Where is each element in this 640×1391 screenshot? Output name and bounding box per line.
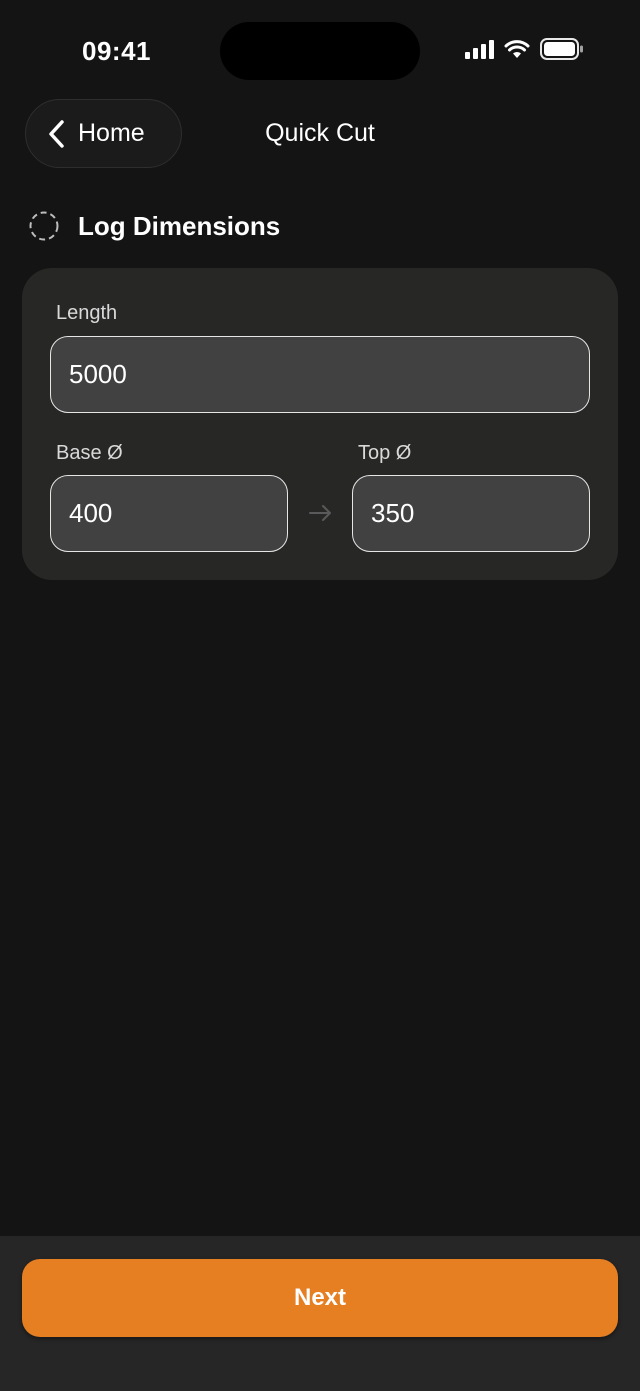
cellular-signal-icon: [465, 39, 494, 59]
status-bar: 09:41: [0, 0, 640, 90]
dashed-circle-icon: [29, 211, 59, 241]
status-icons: [465, 38, 584, 60]
length-label: Length: [56, 302, 118, 324]
log-dimensions-card: Length Base Ø Top Ø: [22, 268, 618, 580]
status-time: 09:41: [82, 36, 151, 66]
dynamic-island: [220, 22, 420, 80]
top-diameter-input[interactable]: [352, 475, 590, 552]
bottom-bar: Next: [0, 1236, 640, 1391]
section-header: Log Dimensions: [28, 210, 280, 242]
quick-cut-screen: 09:41 Home Quick Cut Log Dimensions Leng…: [0, 0, 640, 1391]
page-title: Quick Cut: [265, 119, 375, 147]
base-diameter-input[interactable]: [50, 475, 288, 552]
battery-icon: [540, 38, 583, 60]
arrow-right-icon: [309, 505, 331, 521]
wifi-icon: [504, 40, 530, 58]
top-diameter-label: Top Ø: [358, 442, 412, 464]
base-diameter-label: Base Ø: [56, 442, 123, 464]
section-title: Log Dimensions: [78, 210, 281, 241]
next-button[interactable]: Next: [22, 1259, 618, 1337]
length-input[interactable]: [50, 336, 590, 413]
